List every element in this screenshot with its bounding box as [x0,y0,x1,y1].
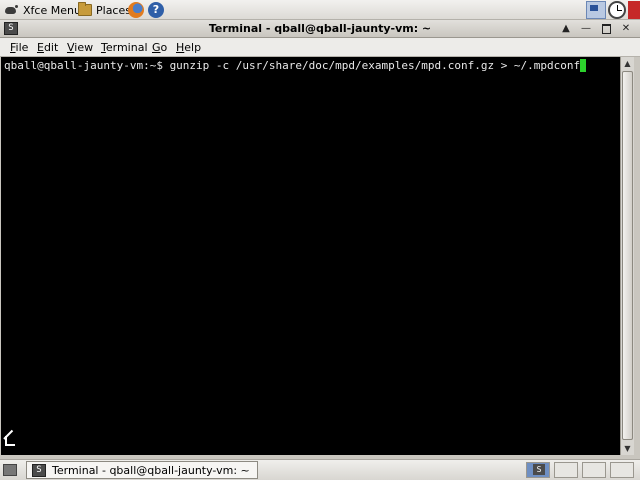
top-panel-tray [586,0,640,20]
bottom-panel: S Terminal - qball@qball-jaunty-vm: ~ [0,459,640,480]
scroll-down-arrow-icon[interactable]: ▼ [621,442,634,455]
shade-button[interactable]: ▲ [558,22,574,36]
menu-file[interactable]: File [10,40,28,55]
terminal-scrollbar[interactable]: ▲ ▼ [620,57,634,455]
scrollbar-thumb[interactable] [622,71,633,440]
maximize-button[interactable] [598,22,614,36]
workspace-3[interactable] [582,462,606,478]
terminal-window: S Terminal - qball@qball-jaunty-vm: ~ ▲ … [0,20,640,459]
window-title: Terminal - qball@qball-jaunty-vm: ~ [208,22,432,35]
menubar: File Edit View Terminal Go Help [0,38,640,57]
workspace-pager [526,462,640,479]
xfce-menu-label: Xfce Menu [23,3,81,17]
workspace-2[interactable] [554,462,578,478]
terminal-cursor [580,59,587,72]
tray-app-icon[interactable] [628,1,640,19]
taskbar-terminal-button[interactable]: S Terminal - qball@qball-jaunty-vm: ~ [26,461,258,479]
menu-go[interactable]: Go [152,40,167,55]
minimize-button[interactable]: — [578,22,594,36]
show-desktop-icon[interactable] [3,464,17,476]
top-panel: Xfce Menu Places ? [0,0,640,20]
menu-view[interactable]: View [67,40,93,55]
menu-help[interactable]: Help [176,40,201,55]
close-button[interactable]: ✕ [618,22,634,36]
xfce-mouse-icon [3,3,19,17]
help-launcher-icon[interactable]: ? [148,2,164,18]
terminal-line: qball@qball-jaunty-vm:~$ gunzip -c /usr/… [4,59,587,73]
workspace-switcher-icon[interactable] [586,1,606,19]
folder-icon [78,2,92,16]
scroll-up-arrow-icon[interactable]: ▲ [621,57,634,70]
places-button[interactable]: Places [78,2,131,18]
menu-terminal[interactable]: Terminal [101,40,148,55]
menu-edit[interactable]: Edit [37,40,58,55]
xfce-menu-button[interactable]: Xfce Menu [3,2,81,18]
places-label: Places [96,3,131,17]
workspace-4[interactable] [610,462,634,478]
terminal-command-text: qball@qball-jaunty-vm:~$ gunzip -c /usr/… [4,59,581,72]
terminal-area[interactable]: qball@qball-jaunty-vm:~$ gunzip -c /usr/… [1,57,620,455]
firefox-launcher-icon[interactable] [128,2,144,18]
workspace-1[interactable] [526,462,550,478]
window-titlebar[interactable]: S Terminal - qball@qball-jaunty-vm: ~ ▲ … [0,20,640,38]
terminal-task-icon: S [32,463,46,477]
clock-icon[interactable] [608,1,626,19]
taskbar-terminal-label: Terminal - qball@qball-jaunty-vm: ~ [52,463,250,477]
